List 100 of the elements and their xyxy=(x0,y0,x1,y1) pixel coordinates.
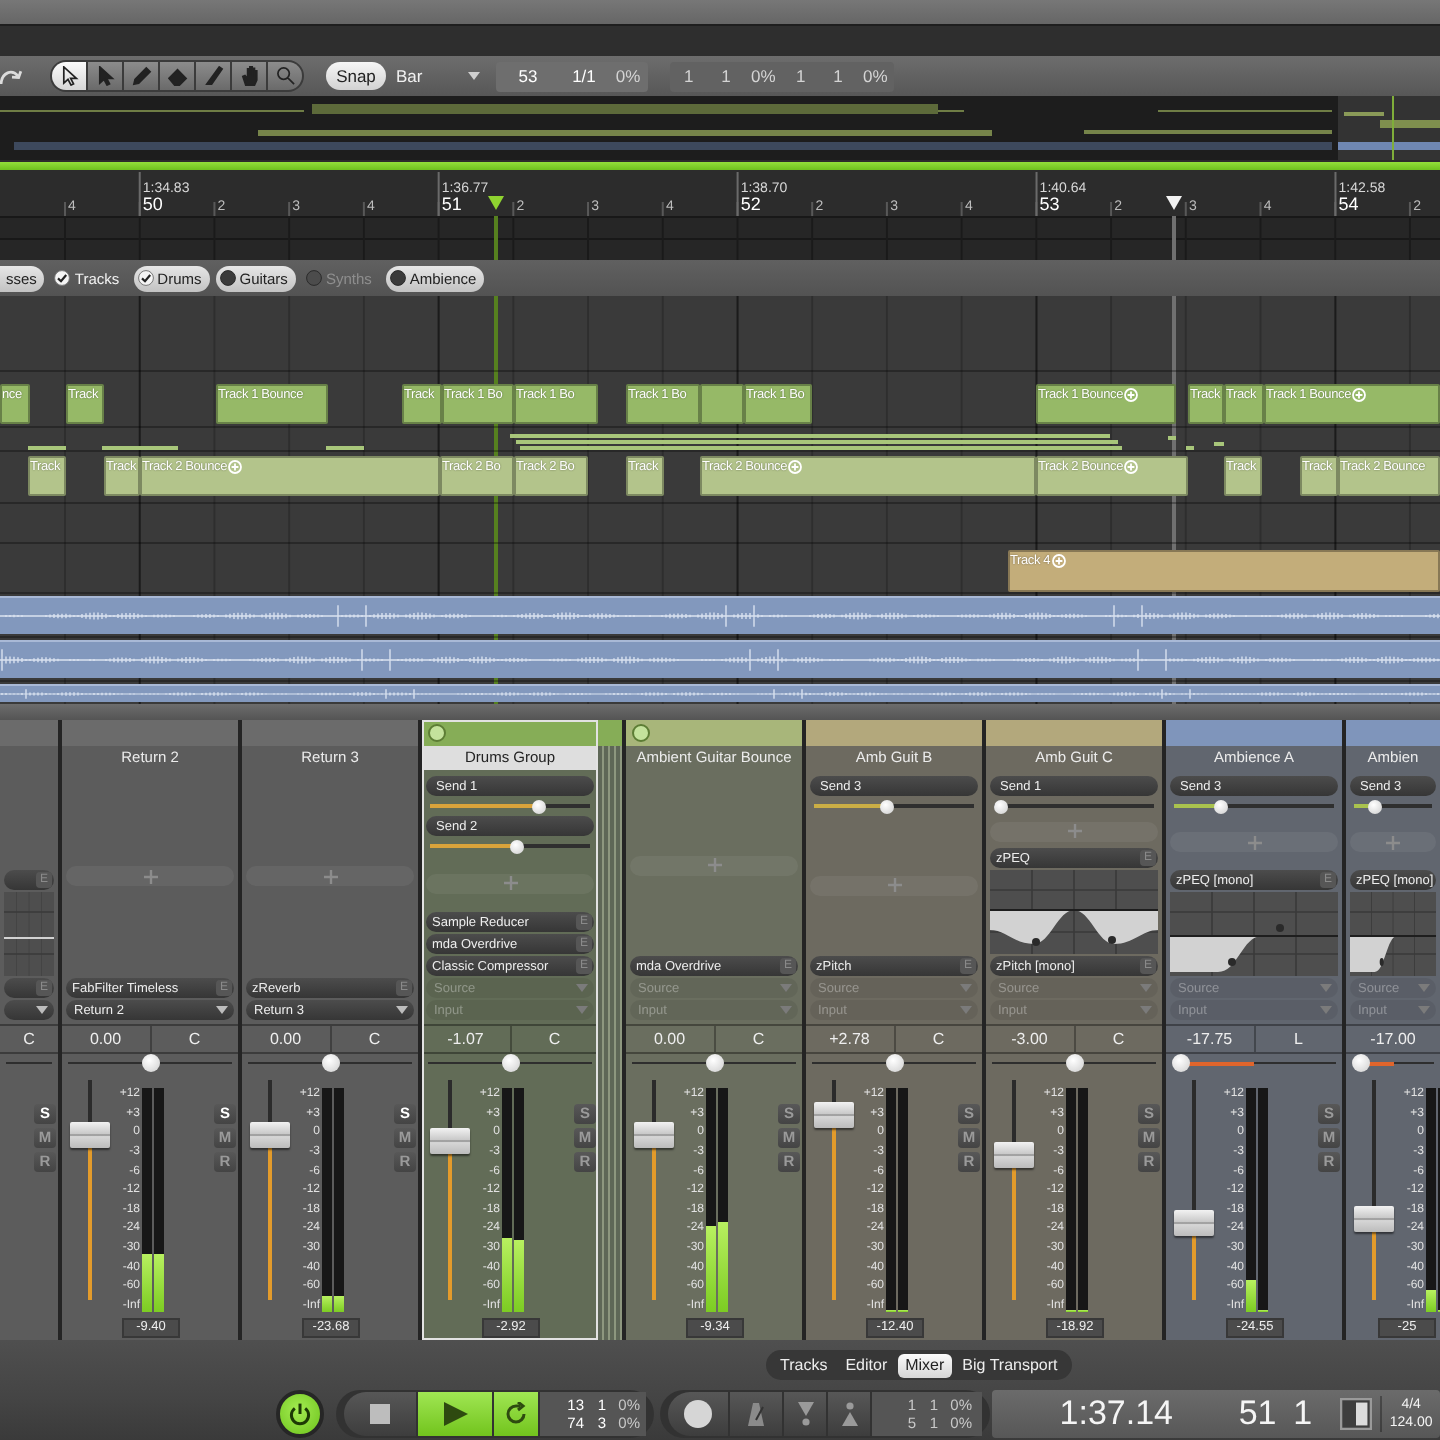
loop-button[interactable] xyxy=(494,1391,538,1435)
caret-icon xyxy=(1140,1006,1152,1014)
tool-button[interactable] xyxy=(52,62,86,90)
view-tab[interactable]: Big Transport xyxy=(954,1353,1066,1377)
slider-thumb[interactable] xyxy=(1368,799,1383,813)
volume-value[interactable]: 0.00 xyxy=(89,1030,122,1048)
slider-thumb[interactable] xyxy=(321,1054,339,1072)
plus-icon xyxy=(707,858,721,872)
eq-curve-drawing[interactable] xyxy=(1350,892,1436,976)
slider-thumb[interactable] xyxy=(510,839,525,853)
position-field[interactable]: 53 1/1 0% xyxy=(496,61,648,91)
fader-cap[interactable] xyxy=(814,1102,854,1129)
send-slider[interactable] xyxy=(994,798,1154,814)
caret-icon xyxy=(576,1006,588,1014)
slider-thumb[interactable] xyxy=(1065,1054,1083,1072)
arrangement-overview-drawing[interactable] xyxy=(0,96,1440,160)
volume-value[interactable]: 0.00 xyxy=(653,1030,686,1048)
fader-cap[interactable] xyxy=(994,1141,1034,1168)
volume-value[interactable]: -3.00 xyxy=(1011,1030,1048,1048)
playhead-marker-icon[interactable] xyxy=(488,196,504,210)
send-slider[interactable] xyxy=(430,838,590,854)
pan-slider[interactable] xyxy=(68,1054,232,1072)
arrow-icon xyxy=(95,66,115,86)
pan-slider[interactable] xyxy=(992,1054,1156,1072)
slider-thumb[interactable] xyxy=(141,1054,159,1072)
view-tab[interactable]: Mixer xyxy=(897,1353,953,1377)
eq-curve-drawing[interactable] xyxy=(1170,892,1338,976)
bar-number: 51 xyxy=(441,196,462,214)
power-button[interactable] xyxy=(276,1389,324,1437)
marker-button[interactable] xyxy=(784,1391,826,1435)
up-triangle-icon xyxy=(837,1401,861,1425)
snap-button[interactable]: Snap xyxy=(326,62,386,90)
marker-button[interactable] xyxy=(828,1391,870,1435)
toggle-circle-icon[interactable] xyxy=(632,724,650,742)
toggle-circle-icon[interactable] xyxy=(428,724,446,742)
record-button[interactable] xyxy=(668,1391,728,1435)
pan-value[interactable]: C xyxy=(548,1030,561,1048)
view-tab[interactable]: Tracks xyxy=(772,1353,836,1377)
plus-icon xyxy=(1067,824,1081,838)
bar-number: 53 xyxy=(1039,196,1060,214)
down-triangle-icon xyxy=(793,1401,817,1425)
caret-icon xyxy=(780,984,792,992)
pan-slider[interactable] xyxy=(248,1054,412,1072)
cursor-icon xyxy=(59,66,79,86)
range-field[interactable]: 1 1 0% 1 1 0% xyxy=(670,61,894,91)
play-button[interactable] xyxy=(418,1391,492,1435)
pan-value[interactable]: C xyxy=(23,1030,35,1048)
pan-slider[interactable] xyxy=(1352,1054,1434,1072)
pan-slider[interactable] xyxy=(812,1054,976,1072)
eq-curve-drawing[interactable] xyxy=(4,892,54,976)
routing-dropdown[interactable] xyxy=(4,1000,54,1020)
volume-value[interactable]: -17.75 xyxy=(1186,1030,1233,1048)
pan-value[interactable]: C xyxy=(752,1030,765,1048)
slider-thumb[interactable] xyxy=(1213,799,1228,813)
pan-value[interactable]: L xyxy=(1294,1030,1303,1048)
loop-icon xyxy=(504,1401,528,1425)
metronome-button[interactable] xyxy=(730,1391,782,1435)
fader-cap[interactable] xyxy=(1354,1205,1394,1232)
send-slider[interactable] xyxy=(430,798,590,814)
slider-thumb[interactable] xyxy=(532,799,547,813)
slider-thumb[interactable] xyxy=(994,799,1008,813)
pan-value[interactable]: C xyxy=(368,1030,381,1048)
pan-slider[interactable] xyxy=(1172,1054,1336,1072)
slider-thumb[interactable] xyxy=(705,1054,723,1072)
caret-icon xyxy=(396,1006,408,1014)
slider-thumb[interactable] xyxy=(885,1054,903,1072)
slider-thumb[interactable] xyxy=(501,1054,519,1072)
field-value: 1 xyxy=(681,66,696,86)
volume-value[interactable]: -17.00 xyxy=(1370,1030,1416,1048)
slider-thumb[interactable] xyxy=(1352,1054,1370,1072)
field-value: 1 xyxy=(793,66,808,86)
caret-icon xyxy=(576,984,588,992)
beat-value: 1 xyxy=(1291,1393,1313,1433)
audio-clip[interactable] xyxy=(700,384,744,424)
field-value: 0% xyxy=(861,66,890,86)
caret-icon xyxy=(1140,984,1152,992)
fader-cap[interactable] xyxy=(430,1128,470,1155)
volume-value[interactable]: -1.07 xyxy=(447,1030,484,1048)
pan-slider[interactable] xyxy=(632,1054,796,1072)
position-marker-icon[interactable] xyxy=(1166,196,1182,210)
playhead-line xyxy=(494,216,498,260)
stop-button[interactable] xyxy=(344,1391,416,1435)
field-value: 1/1 xyxy=(570,66,598,86)
marker-line xyxy=(1172,216,1176,260)
split-square-icon[interactable] xyxy=(1340,1397,1373,1429)
view-tab[interactable]: Editor xyxy=(837,1353,896,1377)
blade-icon xyxy=(203,66,223,86)
volume-value[interactable]: 0.00 xyxy=(269,1030,302,1048)
hand-icon xyxy=(239,66,259,86)
caret-icon xyxy=(960,984,972,992)
volume-value[interactable]: +2.78 xyxy=(829,1030,870,1048)
pan-slider[interactable] xyxy=(428,1054,592,1072)
slider-thumb[interactable] xyxy=(1172,1054,1190,1072)
pan-value[interactable]: C xyxy=(1112,1030,1125,1048)
eraser-icon xyxy=(167,66,187,86)
eq-curve-drawing[interactable] xyxy=(990,870,1158,954)
pan-value[interactable]: C xyxy=(932,1030,945,1048)
slider-thumb[interactable] xyxy=(879,799,894,813)
plus-icon xyxy=(1247,835,1261,849)
pan-value[interactable]: C xyxy=(188,1030,201,1048)
